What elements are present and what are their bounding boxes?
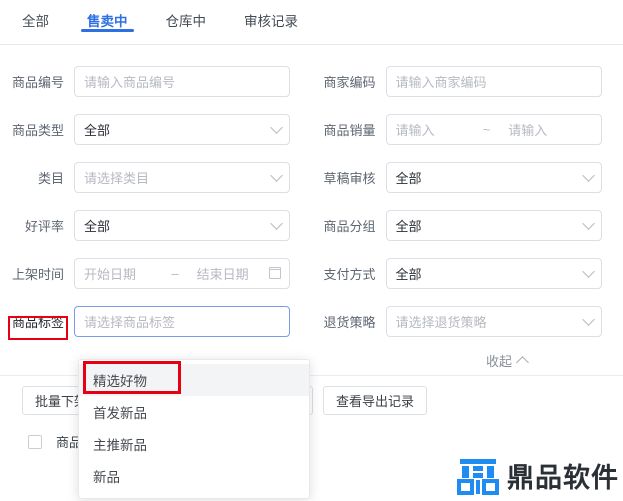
category-select[interactable]: 请选择类目 xyxy=(74,161,290,193)
date-range-group: 开始日期 – 结束日期 xyxy=(84,264,280,283)
listing-time-daterange[interactable]: 开始日期 – 结束日期 xyxy=(74,257,290,289)
field-category: 类目 请选择类目 xyxy=(0,153,312,201)
field-product-sales: 商品销量 请输入 ~ 请输入 xyxy=(312,105,623,153)
product-sales-range[interactable]: 请输入 ~ 请输入 xyxy=(385,113,602,145)
chevron-down-icon xyxy=(581,265,595,278)
placeholder-text: 请输入商品编号 xyxy=(84,74,176,90)
payment-method-select[interactable]: 全部 xyxy=(385,257,602,289)
chevron-down-icon xyxy=(270,121,283,134)
field-label: 商品类型 xyxy=(11,122,64,138)
field-product-type: 商品类型 全部 xyxy=(0,105,312,153)
product-tag-label: 商品标签 xyxy=(8,312,74,340)
field-product-code: 商品编号 请输入商品编号 xyxy=(0,57,312,105)
chevron-down-icon xyxy=(270,217,283,230)
placeholder-text: 请输入商家编码 xyxy=(395,74,487,90)
collapse-label: 收起 xyxy=(485,353,512,369)
select-all-checkbox[interactable] xyxy=(28,434,42,449)
field-label: 类目 xyxy=(37,170,64,186)
chevron-down-icon xyxy=(581,313,595,326)
placeholder-text: 请选择退货策略 xyxy=(395,314,487,330)
ding-logo-icon xyxy=(457,458,499,495)
calendar-icon xyxy=(269,267,281,279)
filter-row-5: 上架时间 开始日期 – 结束日期 支付方式 全部 xyxy=(0,249,623,297)
field-label: 商品销量 xyxy=(323,122,376,138)
start-date-input[interactable]: 开始日期 xyxy=(84,264,167,283)
field-label: 商家编码 xyxy=(323,74,376,90)
field-label: 退货策略 xyxy=(323,314,376,330)
selected-value: 全部 xyxy=(395,266,422,282)
tab-all[interactable]: 全部 xyxy=(12,0,59,31)
watermark: 鼎品软件 xyxy=(457,456,619,495)
positive-rate-select[interactable]: 全部 xyxy=(74,209,290,241)
date-separator: – xyxy=(171,265,179,281)
tab-on-sale[interactable]: 售卖中 xyxy=(77,0,138,32)
product-group-select[interactable]: 全部 xyxy=(385,209,602,241)
field-product-group: 商品分组 全部 xyxy=(312,201,623,249)
field-label: 商品编号 xyxy=(11,74,64,90)
tab-list: 全部 售卖中 仓库中 审核记录 xyxy=(12,0,623,44)
field-listing-time: 上架时间 开始日期 – 结束日期 xyxy=(0,249,312,297)
dropdown-option-main-new[interactable]: 主推新品 xyxy=(79,428,309,460)
placeholder-text: 请选择商品标签 xyxy=(84,314,176,330)
field-label: 好评率 xyxy=(24,218,64,234)
tab-bar: 全部 售卖中 仓库中 审核记录 xyxy=(0,0,623,45)
filter-row-3: 类目 请选择类目 草稿审核 全部 xyxy=(0,153,623,201)
filter-row-2: 商品类型 全部 商品销量 请输入 ~ 请输入 xyxy=(0,105,623,153)
merchant-code-input[interactable]: 请输入商家编码 xyxy=(385,65,602,97)
sales-min-input[interactable]: 请输入 xyxy=(396,120,479,139)
field-product-tag: 商品标签 请选择商品标签 xyxy=(0,297,312,345)
field-draft-audit: 草稿审核 全部 xyxy=(312,153,623,201)
field-label: 商品分组 xyxy=(323,218,376,234)
filter-row-1: 商品编号 请输入商品编号 商家编码 请输入商家编码 xyxy=(0,57,623,105)
option-label: 主推新品 xyxy=(93,438,147,453)
draft-audit-select[interactable]: 全部 xyxy=(385,161,602,193)
product-code-input[interactable]: 请输入商品编号 xyxy=(74,65,290,97)
field-label: 上架时间 xyxy=(11,266,64,282)
option-label: 首发新品 xyxy=(93,406,147,421)
dropdown-option-featured[interactable]: 精选好物 xyxy=(79,361,309,396)
filter-row-4: 好评率 全部 商品分组 全部 xyxy=(0,201,623,249)
end-date-input[interactable]: 结束日期 xyxy=(183,264,280,283)
placeholder-text: 请选择类目 xyxy=(84,170,150,186)
dropdown-option-debut-new[interactable]: 首发新品 xyxy=(79,396,309,428)
field-payment-method: 支付方式 全部 xyxy=(312,249,623,297)
range-separator: ~ xyxy=(482,121,491,137)
product-tag-select[interactable]: 请选择商品标签 xyxy=(74,305,290,337)
watermark-text: 鼎品软件 xyxy=(507,463,619,494)
chevron-down-icon xyxy=(581,169,595,182)
field-label: 商品标签 xyxy=(11,314,64,330)
selected-value: 全部 xyxy=(84,122,111,138)
highlight-box-option xyxy=(83,361,181,394)
tab-in-warehouse[interactable]: 仓库中 xyxy=(156,0,217,31)
tab-audit-records[interactable]: 审核记录 xyxy=(234,0,308,31)
option-label: 新品 xyxy=(93,470,120,485)
product-tag-dropdown[interactable]: 精选好物 首发新品 主推新品 新品 xyxy=(78,359,310,499)
filter-panel: 商品编号 请输入商品编号 商家编码 请输入商家编码 商品类型 全部 商品销量 请… xyxy=(0,45,623,375)
chevron-down-icon xyxy=(581,217,595,230)
field-label: 草稿审核 xyxy=(323,170,376,186)
field-merchant-code: 商家编码 请输入商家编码 xyxy=(312,57,623,105)
chevron-up-icon xyxy=(516,355,529,369)
return-policy-select[interactable]: 请选择退货策略 xyxy=(385,305,602,337)
range-group: 请输入 ~ 请输入 xyxy=(396,120,592,139)
selected-value: 全部 xyxy=(395,218,422,234)
collapse-filters-button[interactable]: 收起 xyxy=(485,351,529,370)
filter-row-6: 商品标签 请选择商品标签 退货策略 请选择退货策略 xyxy=(0,297,623,345)
field-label: 支付方式 xyxy=(323,266,376,282)
selected-value: 全部 xyxy=(395,170,422,186)
sales-max-input[interactable]: 请输入 xyxy=(494,120,591,139)
field-positive-rate: 好评率 全部 xyxy=(0,201,312,249)
chevron-down-icon xyxy=(270,169,283,182)
selected-value: 全部 xyxy=(84,218,111,234)
field-return-policy: 退货策略 请选择退货策略 xyxy=(312,297,623,345)
dropdown-option-new[interactable]: 新品 xyxy=(79,460,309,492)
product-type-select[interactable]: 全部 xyxy=(74,113,290,145)
view-export-records-button[interactable]: 查看导出记录 xyxy=(323,385,428,415)
